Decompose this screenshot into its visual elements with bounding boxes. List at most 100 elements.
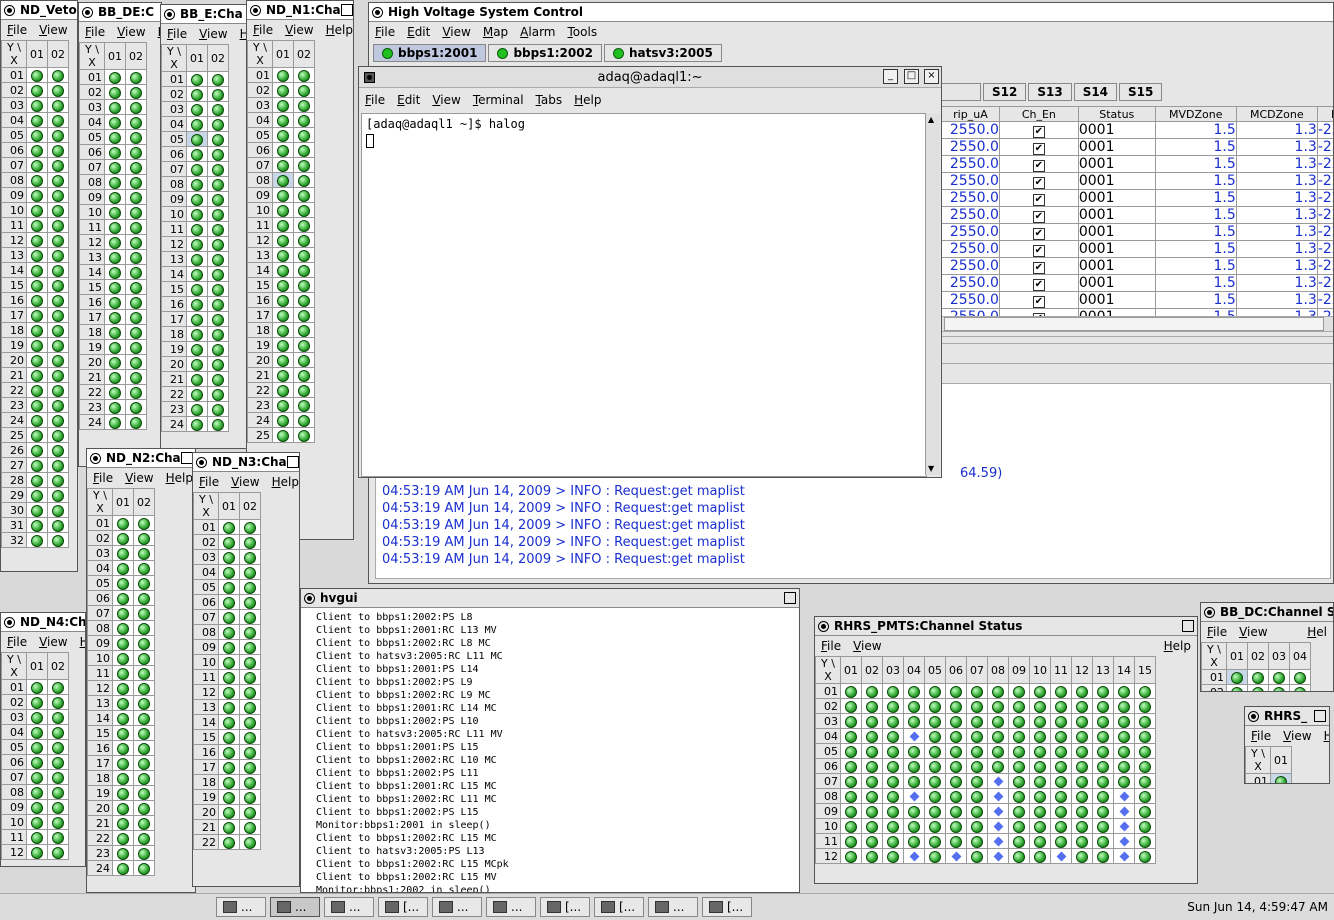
channel-cell[interactable] [1009, 789, 1030, 804]
column-header[interactable]: HV [1317, 107, 1334, 122]
channel-cell[interactable] [126, 340, 147, 355]
channel-cell[interactable] [126, 250, 147, 265]
channel-cell[interactable] [1093, 849, 1114, 864]
channel-cell[interactable] [105, 235, 126, 250]
channel-cell[interactable] [113, 621, 134, 636]
channel-cell[interactable] [134, 576, 155, 591]
channel-cell[interactable] [862, 834, 883, 849]
menu-view[interactable]: View [847, 639, 887, 653]
channel-cell[interactable] [904, 759, 925, 774]
maximize-icon[interactable] [784, 592, 796, 604]
channel-cell[interactable] [925, 774, 946, 789]
trip-cell[interactable]: 2550.0 [942, 122, 1000, 139]
channel-cell[interactable] [27, 800, 48, 815]
channel-cell[interactable] [273, 308, 294, 323]
channel-cell[interactable] [105, 130, 126, 145]
menu-help[interactable]: Help [1318, 729, 1329, 743]
channel-enable-cell[interactable]: ✔ [999, 207, 1078, 224]
menu-help[interactable]: Help [568, 93, 607, 107]
menu-file[interactable]: File [815, 639, 847, 653]
channel-cell[interactable] [27, 785, 48, 800]
menu-file[interactable]: File [1, 635, 33, 649]
channel-cell[interactable] [1072, 804, 1093, 819]
channel-cell[interactable] [48, 413, 69, 428]
hv-cell[interactable]: -228 [1317, 207, 1334, 224]
taskbar-button[interactable]: ... [270, 897, 320, 917]
window-menu-icon[interactable] [304, 593, 315, 604]
channel-cell[interactable] [967, 729, 988, 744]
channel-cell[interactable] [27, 710, 48, 725]
mvd-zone-cell[interactable]: 1.5 [1155, 173, 1236, 190]
channel-cell[interactable] [48, 518, 69, 533]
channel-cell[interactable] [48, 488, 69, 503]
channel-cell[interactable] [1030, 684, 1051, 699]
menu-file[interactable]: File [193, 475, 225, 489]
channel-cell[interactable] [208, 312, 229, 327]
channel-cell[interactable] [1114, 819, 1135, 834]
status-cell[interactable]: 0001 [1078, 156, 1155, 173]
taskbar-button[interactable]: [... [702, 897, 752, 917]
window-menu-icon[interactable] [82, 7, 93, 18]
channel-cell[interactable] [27, 353, 48, 368]
channel-cell[interactable] [134, 681, 155, 696]
channel-cell[interactable] [105, 295, 126, 310]
channel-cell[interactable] [904, 729, 925, 744]
channel-cell[interactable] [27, 413, 48, 428]
channel-cell[interactable] [273, 323, 294, 338]
channel-cell[interactable] [273, 218, 294, 233]
window-menu-icon[interactable] [4, 5, 15, 16]
menu-view[interactable]: View [33, 635, 73, 649]
channel-cell[interactable] [967, 789, 988, 804]
channel-cell[interactable] [883, 714, 904, 729]
channel-cell[interactable] [113, 576, 134, 591]
channel-cell[interactable] [27, 398, 48, 413]
hv-cell[interactable]: -228 [1317, 122, 1334, 139]
channel-cell[interactable] [27, 233, 48, 248]
channel-cell[interactable] [946, 834, 967, 849]
channel-cell[interactable] [105, 280, 126, 295]
channel-cell[interactable] [1051, 789, 1072, 804]
mvd-zone-cell[interactable]: 1.5 [1155, 258, 1236, 275]
channel-cell[interactable] [27, 188, 48, 203]
channel-cell[interactable] [294, 383, 315, 398]
channel-cell[interactable] [240, 670, 261, 685]
channel-cell[interactable] [105, 115, 126, 130]
channel-cell[interactable] [219, 805, 240, 820]
channel-cell[interactable] [219, 655, 240, 670]
table-row[interactable]: 2550.0✔00011.51.3-228 [942, 241, 1334, 258]
channel-cell[interactable] [187, 237, 208, 252]
channel-cell[interactable] [1072, 744, 1093, 759]
trip-cell[interactable]: 2550.0 [942, 241, 1000, 258]
channel-cell[interactable] [48, 785, 69, 800]
channel-cell[interactable] [1135, 699, 1156, 714]
channel-cell[interactable] [240, 685, 261, 700]
channel-cell[interactable] [113, 771, 134, 786]
check-icon[interactable]: ✔ [1033, 126, 1045, 138]
channel-cell[interactable] [988, 759, 1009, 774]
channel-cell[interactable] [105, 190, 126, 205]
channel-cell[interactable] [126, 160, 147, 175]
channel-cell[interactable] [27, 143, 48, 158]
channel-cell[interactable] [27, 443, 48, 458]
table-row[interactable]: 2550.0✔00011.51.3-228 [942, 207, 1334, 224]
channel-cell[interactable] [883, 819, 904, 834]
channel-cell[interactable] [27, 113, 48, 128]
mvd-zone-cell[interactable]: 1.5 [1155, 122, 1236, 139]
channel-cell[interactable] [967, 834, 988, 849]
channel-cell[interactable] [273, 83, 294, 98]
channel-cell[interactable] [219, 535, 240, 550]
channel-cell[interactable] [1093, 714, 1114, 729]
trip-cell[interactable]: 2550.0 [942, 173, 1000, 190]
channel-cell[interactable] [208, 177, 229, 192]
channel-cell[interactable] [294, 368, 315, 383]
channel-cell[interactable] [208, 417, 229, 432]
channel-cell[interactable] [240, 835, 261, 850]
channel-cell[interactable] [187, 312, 208, 327]
channel-cell[interactable] [113, 591, 134, 606]
hv-cell[interactable]: -228 [1317, 275, 1334, 292]
mvd-zone-cell[interactable]: 1.5 [1155, 241, 1236, 258]
channel-cell[interactable] [27, 338, 48, 353]
column-header[interactable]: Ch_En [999, 107, 1078, 122]
channel-cell[interactable] [862, 789, 883, 804]
channel-cell[interactable] [1114, 789, 1135, 804]
